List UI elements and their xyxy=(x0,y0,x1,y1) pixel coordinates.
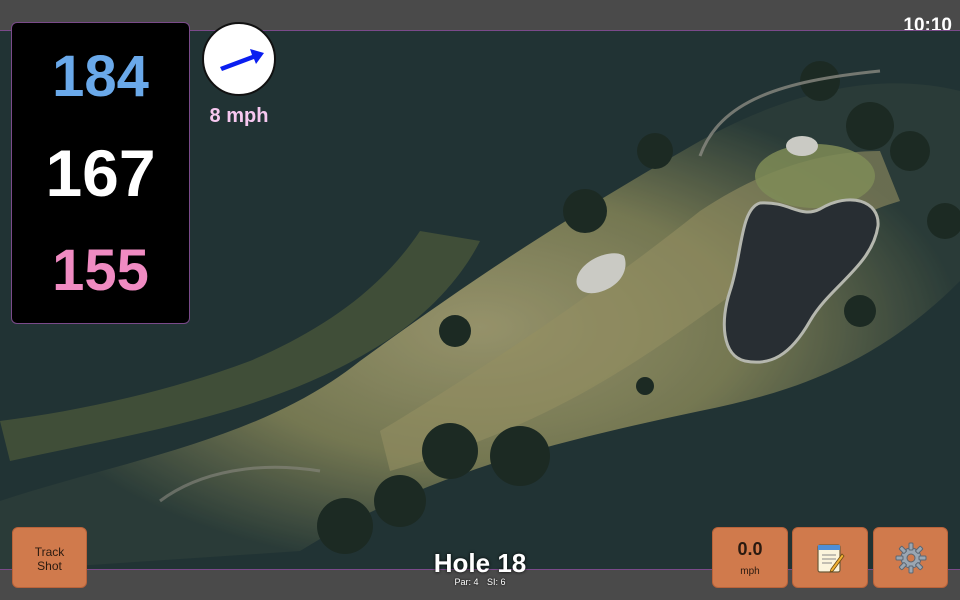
wind-indicator xyxy=(202,22,276,96)
notepad-icon xyxy=(817,544,845,573)
hole-par: Par: 4 xyxy=(454,577,479,587)
track-shot-button[interactable]: Track Shot xyxy=(12,527,87,588)
track-shot-label-line1: Track xyxy=(34,545,65,559)
speed-unit: mph xyxy=(740,566,760,577)
hole-info: Par: 4 SI: 6 xyxy=(400,577,560,587)
gear-icon xyxy=(895,542,926,574)
middle-distance: 167 xyxy=(45,136,156,210)
wind-speed: 8 mph xyxy=(209,105,269,127)
wind-arrow-icon xyxy=(220,49,264,71)
settings-button[interactable] xyxy=(873,527,948,588)
track-shot-label-line2: Shot xyxy=(37,559,62,573)
notes-button[interactable] xyxy=(792,527,868,588)
hole-title: Hole 18 xyxy=(433,548,527,578)
back-distance: 184 xyxy=(52,44,149,109)
hole-stroke-index: SI: 6 xyxy=(487,577,506,587)
speed-value: 0.0 xyxy=(737,539,763,559)
front-distance: 155 xyxy=(52,238,149,303)
speed-button[interactable]: 0.0 mph xyxy=(712,527,788,588)
distance-panel: 184 167 155 xyxy=(11,22,190,324)
